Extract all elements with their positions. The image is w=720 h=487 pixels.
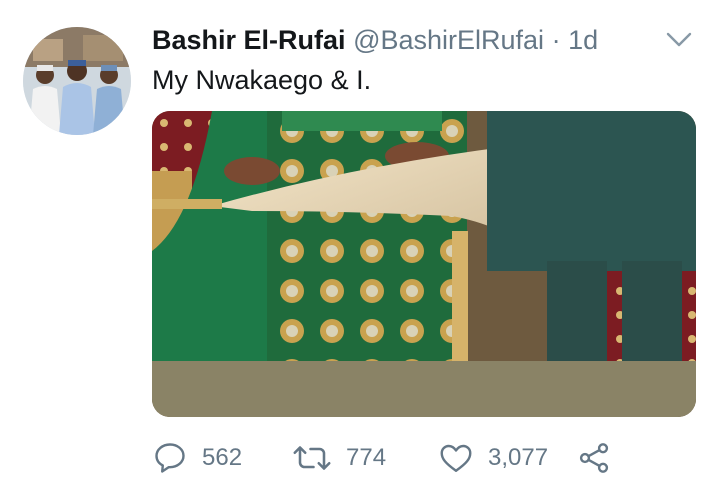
heart-icon <box>440 444 472 472</box>
retweet-button[interactable]: 774 <box>292 440 386 476</box>
tweet-media[interactable] <box>152 111 696 417</box>
tweet-menu-button[interactable] <box>664 28 694 52</box>
reply-button[interactable]: 562 <box>152 440 242 476</box>
retweet-icon <box>293 446 331 470</box>
tweet-header: Bashir El-Rufai @BashirElRufai · 1d <box>152 22 598 58</box>
author-handle[interactable]: @BashirElRufai <box>353 25 544 55</box>
chevron-down-icon <box>666 32 692 47</box>
tweet-actions: 562 774 3,077 <box>152 440 672 476</box>
avatar[interactable] <box>23 27 131 135</box>
avatar-photo <box>23 27 131 135</box>
tweet-text: My Nwakaego & I. <box>152 65 372 95</box>
tweet-photo <box>152 111 696 417</box>
like-button[interactable]: 3,077 <box>438 440 548 476</box>
reply-count: 562 <box>202 444 243 471</box>
timestamp[interactable]: 1d <box>568 25 598 55</box>
like-count: 3,077 <box>488 444 549 471</box>
share-button[interactable] <box>576 440 612 476</box>
retweet-count: 774 <box>346 444 387 471</box>
share-icon <box>579 443 609 473</box>
author-name[interactable]: Bashir El-Rufai <box>152 25 346 55</box>
separator-dot: · <box>551 25 561 55</box>
reply-icon <box>155 443 185 473</box>
